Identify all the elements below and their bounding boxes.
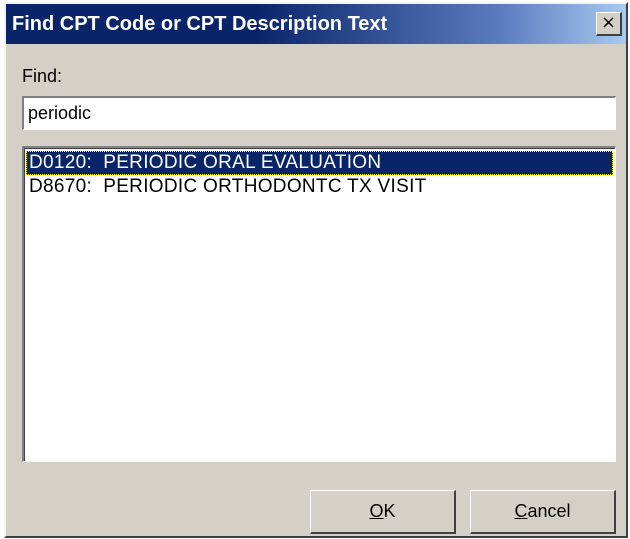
close-icon: ×: [600, 12, 617, 33]
cancel-mnemonic: C: [514, 501, 528, 521]
close-button[interactable]: ×: [596, 12, 622, 36]
ok-label-rest: K: [383, 501, 396, 521]
find-input[interactable]: [22, 96, 616, 130]
ok-mnemonic: O: [369, 501, 384, 521]
cancel-button[interactable]: Cancel: [470, 490, 616, 534]
find-cpt-dialog: Find CPT Code or CPT Description Text × …: [4, 2, 628, 538]
list-item[interactable]: D8670: PERIODIC ORTHODONTC TX VISIT: [26, 175, 613, 199]
cancel-label-rest: ancel: [527, 501, 571, 521]
list-item[interactable]: D0120: PERIODIC ORAL EVALUATION: [26, 151, 613, 175]
find-label: Find:: [22, 66, 63, 86]
dialog-title: Find CPT Code or CPT Description Text: [12, 13, 388, 35]
results-listbox[interactable]: D0120: PERIODIC ORAL EVALUATION D8670: P…: [22, 146, 616, 462]
title-bar[interactable]: Find CPT Code or CPT Description Text ×: [6, 4, 626, 44]
ok-button[interactable]: OK: [310, 490, 456, 534]
